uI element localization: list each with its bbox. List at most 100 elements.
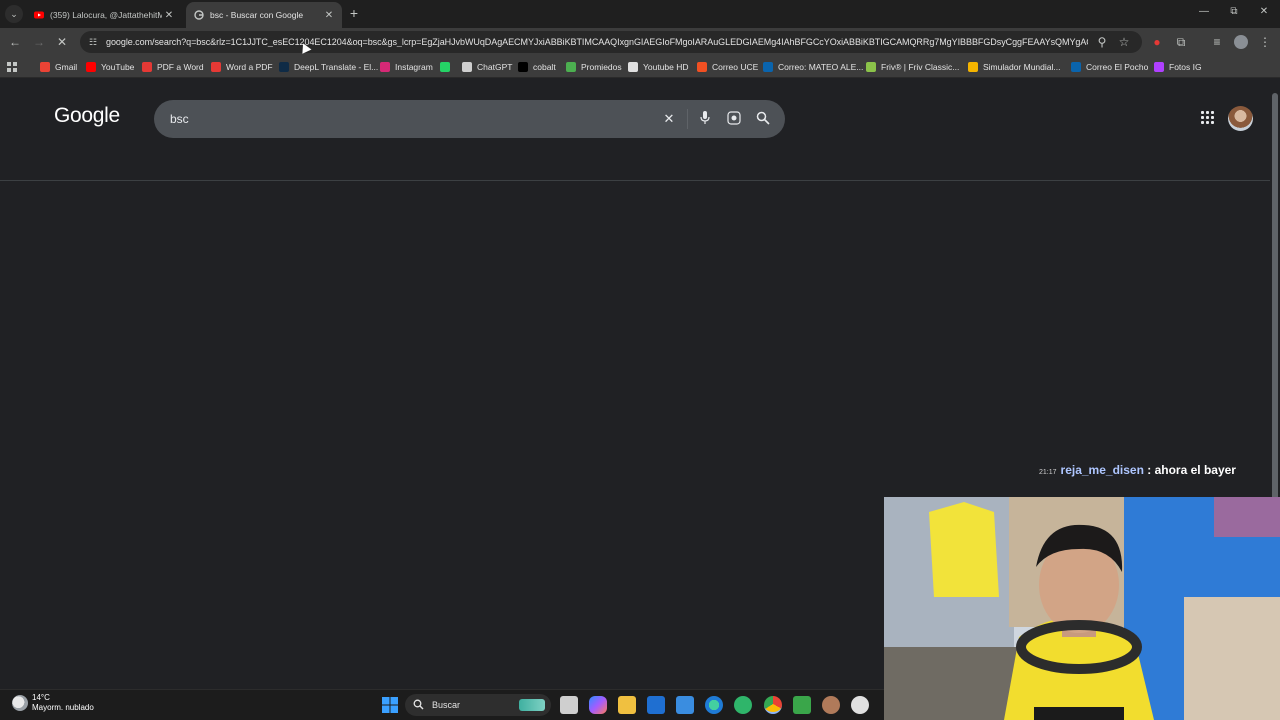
weather-temperature: 14°C: [32, 693, 50, 702]
bookmark-item[interactable]: [440, 60, 455, 74]
extensions-puzzle-icon[interactable]: ⧉: [1173, 34, 1189, 50]
windows-taskbar: 14°C Mayorm. nublado Buscar: [0, 689, 884, 720]
folder-icon: [1154, 62, 1164, 72]
bookmark-item[interactable]: Gmail: [40, 60, 77, 74]
bookmark-label: Fotos IG: [1169, 62, 1202, 72]
microphone-icon[interactable]: [697, 111, 713, 127]
bookmark-item[interactable]: Youtube HD: [628, 60, 689, 74]
utorrent-icon[interactable]: [734, 696, 752, 714]
outlook-icon: [763, 62, 773, 72]
task-view-icon[interactable]: [560, 696, 578, 714]
outlook-icon: [1071, 62, 1081, 72]
bookmark-label: Simulador Mundial...: [983, 62, 1061, 72]
file-explorer-icon[interactable]: [618, 696, 636, 714]
media-control-icon[interactable]: ≡: [1209, 34, 1225, 50]
chat-username: reja_me_disen: [1060, 463, 1144, 477]
tab-search-button[interactable]: ⌄: [5, 5, 23, 23]
bookmark-item[interactable]: Simulador Mundial...: [968, 60, 1060, 74]
menu-kebab-icon[interactable]: ⋮: [1257, 34, 1273, 50]
search-highlight-icon: [519, 699, 545, 711]
weather-widget[interactable]: 14°C Mayorm. nublado: [12, 693, 94, 713]
google-favicon-icon: [194, 10, 204, 20]
bookmarks-bar: Gmail YouTube PDF a Word Word a PDF DeepL Tr…: [0, 56, 1280, 78]
bookmark-label: cobalt: [533, 62, 556, 72]
webcam-image: [884, 497, 1280, 720]
whatsapp-icon: [440, 62, 450, 72]
promiedos-icon: [566, 62, 576, 72]
deepl-icon: [279, 62, 289, 72]
bookmark-label: Promiedos: [581, 62, 622, 72]
forward-arrow-icon[interactable]: →: [31, 34, 47, 50]
profile-app-icon[interactable]: [822, 696, 840, 714]
tab-close-icon[interactable]: ✕: [322, 10, 336, 21]
stream-chat-message: 21:17 reja_me_disen : ahora el bayer: [1039, 463, 1236, 477]
bookmark-item[interactable]: Correo: MATEO ALE...: [763, 60, 863, 74]
chat-timestamp: 21:17: [1039, 469, 1057, 476]
minecraft-icon[interactable]: [793, 696, 811, 714]
tab-google-search[interactable]: bsc - Buscar con Google ✕: [186, 2, 342, 28]
bookmark-label: Gmail: [55, 62, 78, 72]
back-arrow-icon[interactable]: ←: [7, 34, 23, 50]
bookmark-item[interactable]: Promiedos: [566, 60, 622, 74]
camera-lens-icon[interactable]: [726, 111, 742, 127]
stop-loading-icon[interactable]: ✕: [54, 34, 70, 50]
browser-toolbar: ← → ✕ ☷ google.com/search?q=bsc&rlz=1C1J…: [0, 28, 1280, 56]
extension-red-icon[interactable]: ●: [1149, 34, 1165, 50]
google-account-avatar[interactable]: [1228, 106, 1253, 131]
outlook-icon[interactable]: [647, 696, 665, 714]
taskbar-search-label: Buscar: [432, 700, 461, 710]
bookmark-star-icon[interactable]: ☆: [1116, 34, 1132, 50]
bookmark-item[interactable]: Instagram: [380, 60, 433, 74]
new-tab-button[interactable]: +: [346, 5, 362, 21]
tab-title: bsc - Buscar con Google: [210, 10, 304, 20]
instagram-icon: [380, 62, 390, 72]
windows-start-icon[interactable]: [381, 696, 399, 714]
edge-icon[interactable]: [705, 696, 723, 714]
bookmark-label: Correo El Pocho: [1086, 62, 1149, 72]
bookmark-item[interactable]: cobalt: [518, 60, 556, 74]
search-input[interactable]: bsc: [170, 112, 189, 126]
tab-youtube[interactable]: (359) Lalocura, @JattathehitMa ✕: [26, 2, 182, 28]
bookmark-item[interactable]: Word a PDF: [211, 60, 273, 74]
header-divider: [0, 180, 1270, 181]
tab-close-icon[interactable]: ✕: [162, 10, 176, 21]
bookmark-item[interactable]: PDF a Word: [142, 60, 204, 74]
bookmark-item[interactable]: ChatGPT: [462, 60, 512, 74]
bookmark-item[interactable]: Fotos IG: [1154, 60, 1202, 74]
cobalt-icon: [518, 62, 528, 72]
site-info-icon[interactable]: ☷: [86, 35, 100, 49]
url-text[interactable]: google.com/search?q=bsc&rlz=1C1JJTC_esEC…: [106, 37, 1088, 47]
youtube-hd-icon: [628, 62, 638, 72]
tab-strip: ⌄ (359) Lalocura, @JattathehitMa ✕ bsc -…: [0, 0, 1280, 28]
minimize-button[interactable]: —: [1196, 6, 1212, 20]
youtube-icon: [86, 62, 96, 72]
microsoft-store-icon[interactable]: [676, 696, 694, 714]
apps-grid-icon[interactable]: [7, 60, 18, 74]
webcam-overlay: [884, 497, 1280, 720]
bookmark-item[interactable]: Correo UCE: [697, 60, 758, 74]
bookmark-item[interactable]: Friv® | Friv Classic...: [866, 60, 959, 74]
google-logo[interactable]: Google: [54, 104, 120, 128]
app-extra-icon[interactable]: [851, 696, 869, 714]
clear-search-icon[interactable]: ✕: [661, 111, 677, 127]
chevron-down-icon: ⌄: [10, 8, 18, 19]
bookmark-item[interactable]: Correo El Pocho: [1071, 60, 1148, 74]
bookmark-label: PDF a Word: [157, 62, 204, 72]
taskbar-search-box[interactable]: Buscar: [405, 694, 551, 716]
search-box[interactable]: bsc ✕: [154, 100, 785, 138]
restore-button[interactable]: ⧉: [1226, 6, 1242, 20]
close-window-button[interactable]: ✕: [1256, 6, 1272, 20]
address-bar[interactable]: ☷ google.com/search?q=bsc&rlz=1C1JJTC_es…: [80, 31, 1142, 53]
zoom-icon[interactable]: ⚲: [1094, 34, 1110, 50]
chrome-icon[interactable]: [764, 696, 782, 714]
bookmark-item[interactable]: YouTube: [86, 60, 134, 74]
copilot-icon[interactable]: [589, 696, 607, 714]
google-apps-icon[interactable]: [1201, 111, 1215, 125]
bookmark-item[interactable]: DeepL Translate - El...: [279, 60, 378, 74]
search-icon[interactable]: [755, 111, 771, 127]
bookmark-label: DeepL Translate - El...: [294, 62, 379, 72]
youtube-favicon-icon: [34, 11, 44, 19]
profile-avatar-icon[interactable]: [1233, 34, 1249, 50]
search-icon: [413, 699, 424, 712]
bookmark-label: Instagram: [395, 62, 433, 72]
